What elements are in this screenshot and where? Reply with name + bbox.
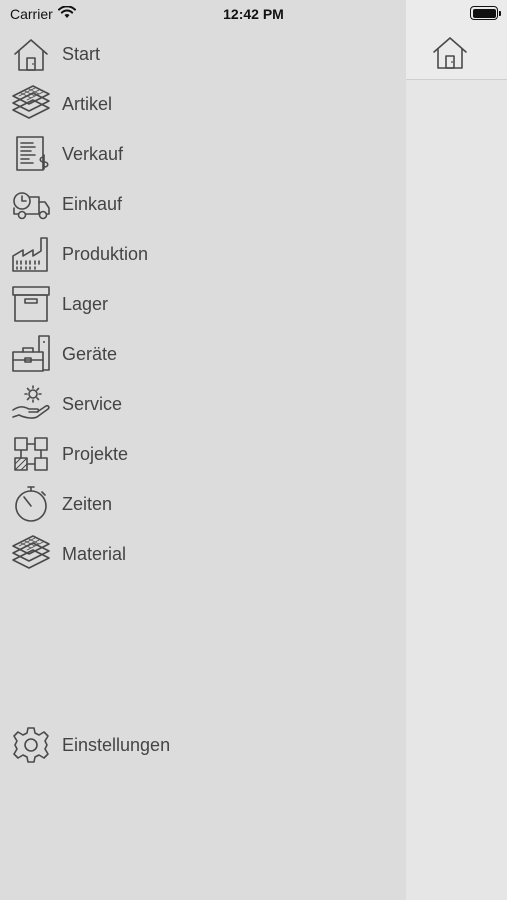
menu-item-label: Service (62, 393, 123, 414)
menu-item-verkauf[interactable]: Verkauf (0, 129, 406, 179)
delivery-truck-icon (11, 184, 51, 224)
menu-item-label: Projekte (62, 443, 129, 464)
stopwatch-icon (11, 484, 51, 524)
clock: 12:42 PM (223, 6, 284, 22)
factory-icon (11, 234, 51, 274)
menu-item-label: Geräte (62, 343, 118, 364)
menu-item-label: Material (62, 543, 127, 564)
menu-item-start[interactable]: Start (0, 29, 406, 79)
layers-icon (11, 534, 51, 574)
project-blocks-icon (11, 434, 51, 474)
menu-item-label: Start (62, 43, 101, 64)
menu-item-label: Lager (62, 293, 109, 314)
menu-item-service[interactable]: Service (0, 379, 406, 429)
menu-item-material[interactable]: Material (0, 529, 406, 579)
house-icon[interactable] (430, 32, 470, 72)
menu-item-produktion[interactable]: Produktion (0, 229, 406, 279)
menu-item-label: Zeiten (62, 493, 113, 514)
menu-item-lager[interactable]: Lager (0, 279, 406, 329)
menu-item-zeiten[interactable]: Zeiten (0, 479, 406, 529)
house-icon (11, 34, 51, 74)
menu-item-geraete[interactable]: Geräte (0, 329, 406, 379)
menu-item-label: Verkauf (62, 143, 124, 164)
battery-icon (470, 6, 501, 20)
storage-box-icon (11, 284, 51, 324)
invoice-icon (11, 134, 51, 174)
menu-item-label: Artikel (62, 93, 113, 114)
toolbox-icon (11, 334, 51, 374)
status-bar: Carrier 12:42 PM (0, 0, 507, 28)
menu-item-label: Produktion (62, 243, 149, 264)
service-hand-icon (11, 384, 51, 424)
menu-item-einstellungen[interactable]: Einstellungen (0, 720, 406, 770)
detail-pane (406, 0, 507, 900)
gear-icon (11, 725, 51, 765)
layers-icon (11, 84, 51, 124)
menu-item-label: Einkauf (62, 193, 123, 214)
menu-item-projekte[interactable]: Projekte (0, 429, 406, 479)
menu-item-einkauf[interactable]: Einkauf (0, 179, 406, 229)
settings-label: Einstellungen (62, 734, 171, 755)
sidebar-menu: Start Artikel Verkauf Einkauf Produktion (0, 0, 406, 900)
menu-item-artikel[interactable]: Artikel (0, 79, 406, 129)
